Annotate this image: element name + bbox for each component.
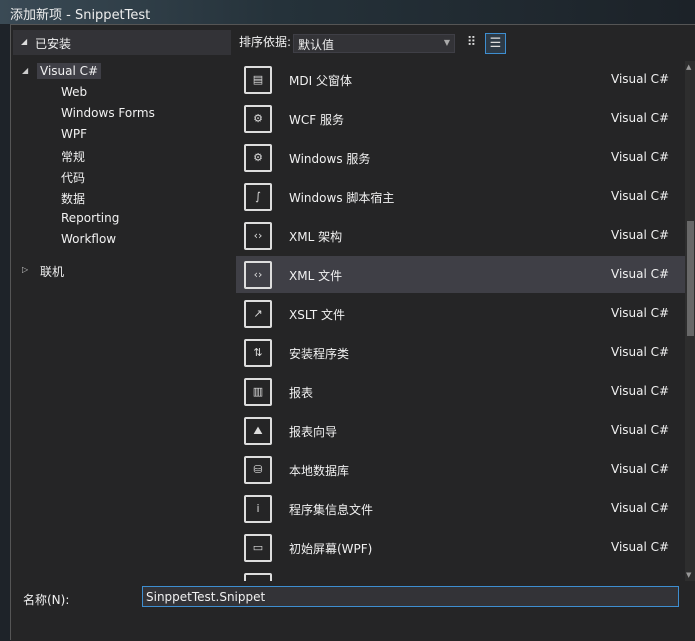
item-name: 本地数据库 [289, 464, 350, 478]
item-language: Visual C# [611, 228, 670, 242]
installed-label: 已安装 [35, 37, 72, 51]
local-database-icon: ⛁ [244, 456, 272, 484]
partial-item-icon [244, 573, 272, 581]
item-language: Visual C# [611, 540, 670, 554]
item-language: Visual C# [611, 150, 670, 164]
item-language: Visual C# [611, 423, 670, 437]
tree-item[interactable]: Workflow [58, 231, 119, 247]
expand-icon: ◢ [21, 37, 28, 46]
sort-value: 默认值 [298, 38, 335, 52]
tree-item-label: Visual C# [40, 64, 99, 78]
tree-item-label: 联机 [40, 265, 65, 279]
item-name: MDI 父窗体 [289, 74, 352, 88]
small-icons-view-icon[interactable]: ⠿ [461, 33, 482, 54]
list-item[interactable]: ⛰ 报表向导 Visual C# [236, 412, 685, 449]
item-name: 程序集信息文件 [289, 503, 374, 517]
xml-schema-icon: ‹› [244, 222, 272, 250]
item-language: Visual C# [611, 462, 670, 476]
list-item[interactable]: ⚙ Windows 服务 Visual C# [236, 139, 685, 176]
list-item[interactable]: ▤ MDI 父窗体 Visual C# [236, 61, 685, 98]
item-name: XSLT 文件 [289, 308, 346, 322]
tree-item[interactable]: WPF [58, 126, 90, 142]
list-view-icon[interactable]: ☰ [485, 33, 506, 54]
list-item[interactable]: ⛁ 本地数据库 Visual C# [236, 451, 685, 488]
scrollbar[interactable]: ▲ ▼ [685, 61, 695, 581]
report-icon: ▥ [244, 378, 272, 406]
xslt-file-icon: ↗ [244, 300, 272, 328]
collapsed-arrow-icon[interactable]: ▷ [22, 265, 28, 274]
tree-item-label: Workflow [61, 232, 117, 246]
item-name: XML 文件 [289, 269, 343, 283]
item-language: Visual C# [611, 267, 670, 281]
tree-item-label: Web [61, 85, 88, 99]
item-name: Windows 脚本宿主 [289, 191, 395, 205]
list-item[interactable]: ⇅ 安装程序类 Visual C# [236, 334, 685, 371]
item-language: Visual C# [611, 111, 670, 125]
sort-label: 排序依据: [239, 35, 292, 49]
scroll-down-icon[interactable]: ▼ [686, 571, 691, 579]
tree-item-label: 数据 [61, 192, 86, 206]
script-host-icon: ∫ [244, 183, 272, 211]
tree-item[interactable]: Windows Forms [58, 105, 158, 121]
list-item[interactable]: ↗ XSLT 文件 Visual C# [236, 295, 685, 332]
tree-item-label: Reporting [61, 211, 120, 225]
item-name: XML 架构 [289, 230, 343, 244]
item-name: 安装程序类 [289, 347, 350, 361]
list-item[interactable]: ▭ 初始屏幕(WPF) Visual C# [236, 529, 685, 566]
tree-item[interactable]: ◢ Visual C# [22, 63, 102, 79]
window-title: 添加新项 - SnippetTest [10, 8, 151, 23]
list-item[interactable]: ‹› XML 文件 Visual C# [236, 256, 685, 293]
list-item[interactable] [236, 568, 685, 581]
wcf-service-icon: ⚙ [244, 105, 272, 133]
list-item[interactable]: i 程序集信息文件 Visual C# [236, 490, 685, 527]
item-name: WCF 服务 [289, 113, 344, 127]
name-label: 名称(N): [23, 593, 70, 607]
list-item[interactable]: ▥ 报表 Visual C# [236, 373, 685, 410]
tree-item[interactable]: Web [58, 84, 90, 100]
installed-header[interactable]: ◢ 已安装 [13, 30, 231, 55]
scroll-up-icon[interactable]: ▲ [686, 63, 691, 71]
list-item[interactable]: ⚙ WCF 服务 Visual C# [236, 100, 685, 137]
list-item[interactable]: ‹› XML 架构 Visual C# [236, 217, 685, 254]
tree-item-label: 常规 [61, 150, 86, 164]
item-name: Windows 服务 [289, 152, 371, 166]
scroll-thumb[interactable] [687, 221, 694, 336]
item-name: 报表 [289, 386, 314, 400]
name-input[interactable] [142, 586, 679, 607]
list-item[interactable]: ∫ Windows 脚本宿主 Visual C# [236, 178, 685, 215]
tree-item-label: Windows Forms [61, 106, 155, 120]
item-name: 报表向导 [289, 425, 338, 439]
tree-item[interactable]: 代码 [58, 168, 88, 187]
windows-service-icon: ⚙ [244, 144, 272, 172]
sort-dropdown[interactable]: 默认值 ▼ [293, 34, 455, 53]
tree-item[interactable]: ▷ 联机 [22, 262, 67, 281]
expanded-arrow-icon[interactable]: ◢ [22, 66, 28, 75]
tree-item-label: WPF [61, 127, 88, 141]
bottom-panel: 名称(N): [11, 583, 695, 641]
xml-file-icon: ‹› [244, 261, 272, 289]
item-language: Visual C# [611, 345, 670, 359]
item-language: Visual C# [611, 189, 670, 203]
mdi-form-icon: ▤ [244, 66, 272, 94]
item-language: Visual C# [611, 72, 670, 86]
chevron-down-icon: ▼ [443, 38, 450, 47]
tree-item[interactable]: 常规 [58, 147, 88, 166]
assembly-info-icon: i [244, 495, 272, 523]
installer-class-icon: ⇅ [244, 339, 272, 367]
item-name: 初始屏幕(WPF) [289, 542, 373, 556]
template-list: ▤ MDI 父窗体 Visual C# ⚙ WCF 服务 Visual C# ⚙ Window… [236, 61, 685, 581]
item-language: Visual C# [611, 384, 670, 398]
tree-item[interactable]: Reporting [58, 210, 122, 226]
add-new-item-dialog: ◢ 已安装 ◢ Visual C# Web Windows Forms WPF 常规代码数据… [10, 24, 695, 641]
splash-screen-icon: ▭ [244, 534, 272, 562]
tree-item-label: 代码 [61, 171, 86, 185]
item-language: Visual C# [611, 306, 670, 320]
item-language: Visual C# [611, 501, 670, 515]
title-bar: 添加新项 - SnippetTest [0, 0, 695, 24]
report-wizard-icon: ⛰ [244, 417, 272, 445]
tree-item[interactable]: 数据 [58, 189, 88, 208]
